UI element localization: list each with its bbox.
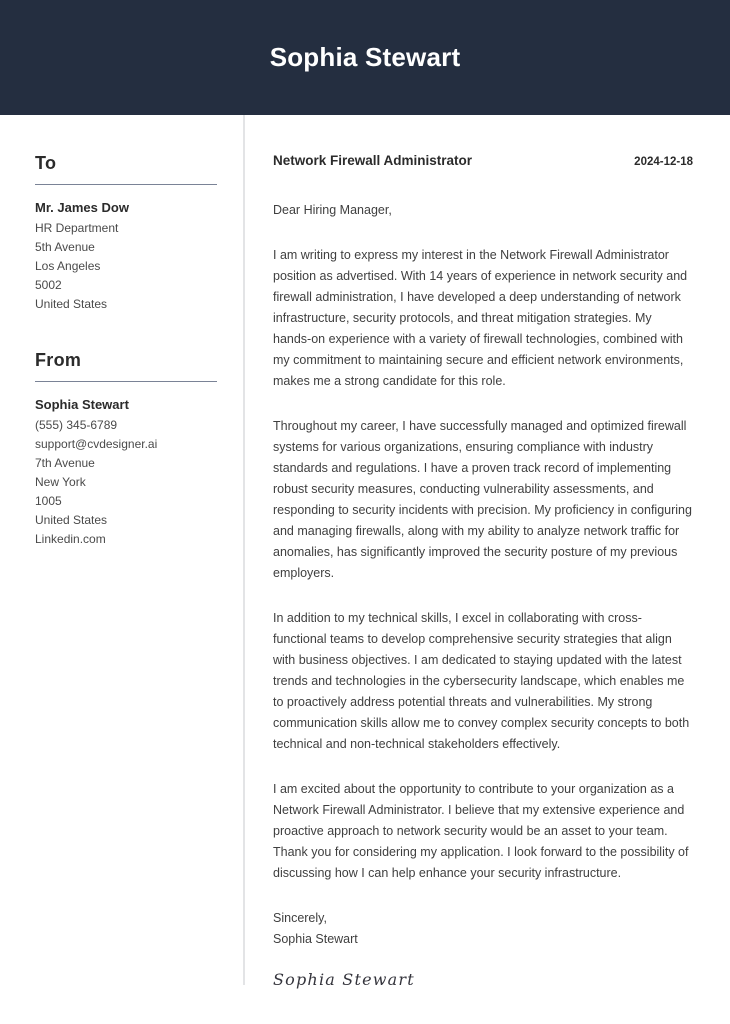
recipient-line: HR Department [35,221,119,235]
sender-block: From Sophia Stewart (555) 345-6789 suppo… [35,350,217,549]
sidebar: To Mr. James Dow HR Department 5th Avenu… [0,115,243,555]
document-body: To Mr. James Dow HR Department 5th Avenu… [0,115,730,989]
column-divider [243,115,245,985]
salutation: Dear Hiring Manager, [273,203,392,217]
letter-content: Network Firewall Administrator 2024-12-1… [243,115,730,989]
recipient-name: Mr. James Dow [35,200,129,215]
sender-phone: (555) 345-6789 [35,418,118,432]
letter-date: 2024-12-18 [634,156,693,168]
to-heading: To [35,153,57,173]
document-header: Sophia Stewart [0,0,730,115]
sender-line: 1005 [35,494,62,508]
sender-line: New York [35,475,86,489]
recipient-line: 5th Avenue [35,240,95,254]
sender-line: United States [35,513,108,527]
recipient-block: To Mr. James Dow HR Department 5th Avenu… [35,153,217,314]
sender-line: 7th Avenue [35,456,95,470]
closing-salutation: Sincerely, [273,911,327,925]
letter-paragraph: Throughout my career, I have successfull… [273,419,692,580]
applicant-name-header: Sophia Stewart [269,42,461,72]
job-title: Network Firewall Administrator [273,153,473,168]
recipient-line: United States [35,297,108,311]
letter-paragraph: I am writing to express my interest in t… [273,248,688,388]
sender-email: support@cvdesigner.ai [35,437,158,451]
signature: Sophia Stewart [273,970,415,989]
to-rule [35,184,217,185]
sender-linkedin: Linkedin.com [35,532,106,546]
letter-header-row: Network Firewall Administrator 2024-12-1… [273,153,693,168]
letter-paragraph: I am excited about the opportunity to co… [273,782,689,880]
from-rule [35,381,217,382]
cover-letter-page: Sophia Stewart To Mr. James Dow HR Depar… [0,0,730,1024]
closing-name: Sophia Stewart [273,932,358,946]
from-heading: From [35,350,82,370]
sender-name: Sophia Stewart [35,397,129,412]
letter-paragraph: In addition to my technical skills, I ex… [273,611,690,751]
recipient-line: Los Angeles [35,259,101,273]
recipient-line: 5002 [35,278,62,292]
